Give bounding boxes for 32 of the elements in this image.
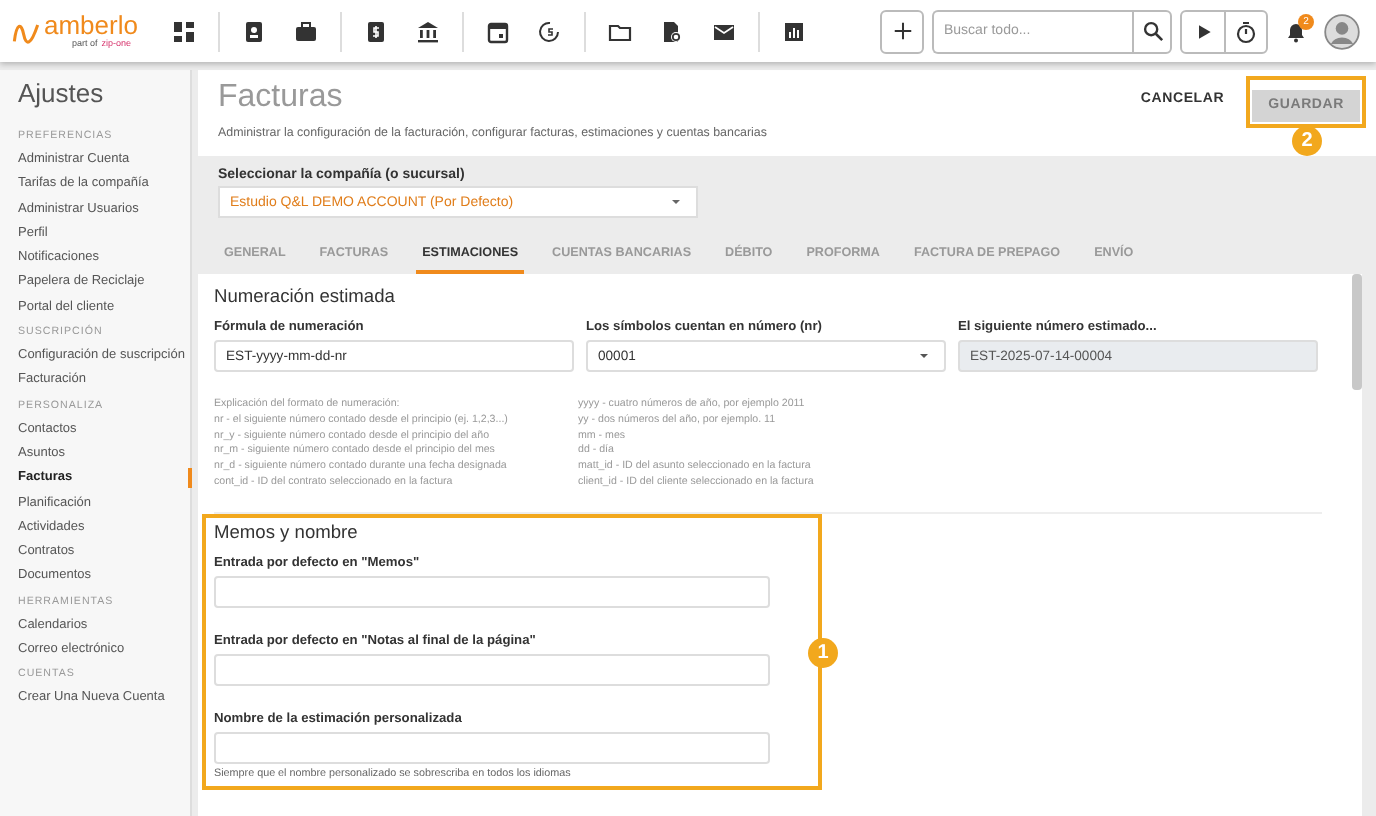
section-title: Numeración estimada — [214, 286, 397, 306]
input-field[interactable] — [214, 731, 770, 764]
callout-marker: 2 — [1292, 125, 1323, 155]
search-button[interactable] — [1132, 9, 1172, 53]
bar-chart-icon — [782, 19, 806, 43]
dashboard-icon — [172, 19, 196, 43]
caret-icon — [670, 196, 682, 208]
contact-card-icon — [242, 19, 266, 43]
logo-text: amberlo — [44, 12, 138, 38]
plus-icon — [891, 20, 913, 42]
search-icon — [1141, 20, 1163, 42]
dollar-document-icon — [364, 19, 388, 43]
bank-icon — [416, 19, 440, 43]
page-title: Facturas — [218, 78, 345, 118]
folder-icon — [608, 19, 632, 43]
mail-icon — [712, 19, 736, 43]
scrollbar[interactable] — [1352, 274, 1362, 390]
callout-marker: 1 — [808, 637, 838, 668]
input-field[interactable] — [214, 653, 770, 686]
stopwatch-icon — [1234, 19, 1258, 43]
briefcase-icon — [294, 19, 318, 43]
avatar-icon[interactable] — [1324, 13, 1360, 49]
caret-icon — [918, 350, 930, 362]
document-gear-icon — [660, 19, 684, 43]
play-icon — [1193, 21, 1213, 41]
section-title: Memos y nombre — [214, 521, 360, 542]
add-button[interactable] — [880, 9, 924, 53]
calendar-icon — [486, 19, 510, 43]
highlight-frame — [1246, 76, 1366, 127]
sidebar-title: Ajustes — [18, 78, 106, 108]
input-field[interactable] — [214, 575, 770, 608]
bell-icon — [1284, 19, 1308, 43]
